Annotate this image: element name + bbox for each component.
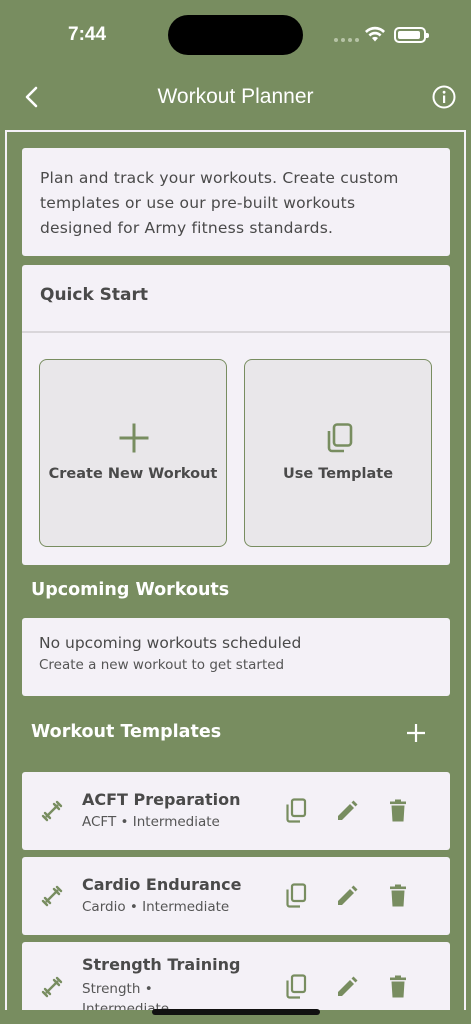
template-meta: Cardio • Intermediate bbox=[82, 899, 230, 915]
dynamic-island bbox=[168, 15, 303, 55]
quick-start-card: Quick Start Create New Workout Use Templ… bbox=[22, 265, 450, 565]
page-title: Workout Planner bbox=[157, 85, 314, 108]
create-new-workout-label: Create New Workout bbox=[48, 466, 218, 482]
upcoming-empty-title: No upcoming workouts scheduled bbox=[39, 634, 302, 652]
info-icon[interactable] bbox=[431, 84, 457, 110]
template-meta: ACFT • Intermediate bbox=[82, 814, 220, 830]
cellular-signal-icon bbox=[334, 38, 359, 42]
app-bar: Workout Planner bbox=[0, 72, 471, 124]
upcoming-empty-subtitle: Create a new workout to get started bbox=[39, 657, 285, 673]
template-meta: Strength • Intermediate bbox=[82, 981, 170, 1010]
quick-start-title: Quick Start bbox=[40, 285, 149, 305]
create-new-workout-button[interactable]: Create New Workout bbox=[39, 359, 227, 547]
home-indicator[interactable] bbox=[152, 1009, 320, 1015]
add-template-plus-icon[interactable] bbox=[405, 722, 427, 744]
dumbbell-icon bbox=[41, 976, 63, 998]
content-panel: Plan and track your workouts. Create cus… bbox=[5, 130, 466, 1010]
template-row[interactable]: ACFT Preparation ACFT • Intermediate bbox=[22, 772, 450, 850]
trash-icon[interactable] bbox=[386, 798, 410, 824]
template-name: ACFT Preparation bbox=[82, 790, 241, 809]
template-row[interactable]: Strength Training Strength • Intermediat… bbox=[22, 942, 450, 1010]
intro-card: Plan and track your workouts. Create cus… bbox=[22, 148, 450, 256]
duplicate-icon[interactable] bbox=[284, 798, 308, 824]
workout-templates-heading: Workout Templates bbox=[31, 722, 222, 742]
edit-pencil-icon[interactable] bbox=[335, 883, 359, 909]
template-name: Cardio Endurance bbox=[82, 875, 242, 894]
edit-pencil-icon[interactable] bbox=[335, 974, 359, 1000]
dumbbell-icon bbox=[41, 885, 63, 907]
duplicate-icon[interactable] bbox=[284, 974, 308, 1000]
status-time: 7:44 bbox=[68, 24, 107, 45]
plus-icon bbox=[119, 423, 149, 453]
use-template-label: Use Template bbox=[282, 466, 394, 482]
trash-icon[interactable] bbox=[386, 883, 410, 909]
copy-icon bbox=[327, 423, 353, 453]
template-name: Strength Training bbox=[82, 955, 241, 974]
upcoming-empty-card: No upcoming workouts scheduled Create a … bbox=[22, 618, 450, 696]
intro-text: Plan and track your workouts. Create cus… bbox=[40, 169, 399, 237]
upcoming-workouts-heading: Upcoming Workouts bbox=[31, 580, 230, 600]
divider bbox=[22, 331, 450, 333]
edit-pencil-icon[interactable] bbox=[335, 798, 359, 824]
battery-icon bbox=[394, 27, 429, 43]
duplicate-icon[interactable] bbox=[284, 883, 308, 909]
dumbbell-icon bbox=[41, 800, 63, 822]
trash-icon[interactable] bbox=[386, 974, 410, 1000]
status-bar: 7:44 bbox=[0, 0, 471, 72]
template-row[interactable]: Cardio Endurance Cardio • Intermediate bbox=[22, 857, 450, 935]
use-template-button[interactable]: Use Template bbox=[244, 359, 432, 547]
wifi-icon bbox=[365, 26, 385, 42]
